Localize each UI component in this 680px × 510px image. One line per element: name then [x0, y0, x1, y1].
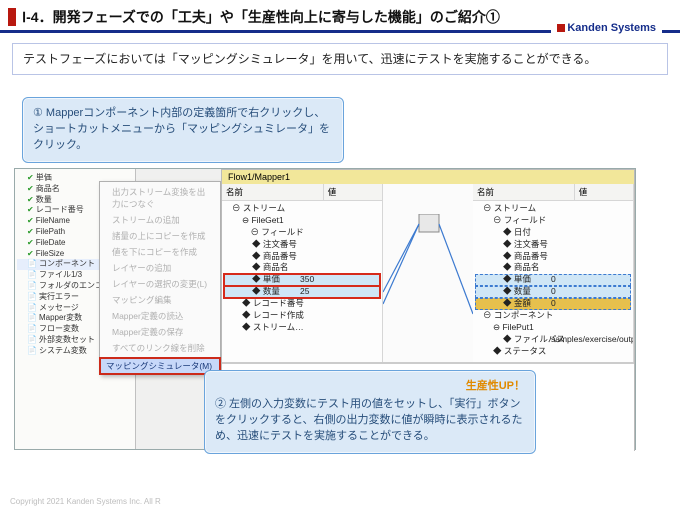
callout-step2: 生産性UP！ ② 左側の入力変数にテスト用の値をセットし、「実行」ボタンをクリッ…	[204, 370, 536, 454]
context-menu-item[interactable]: ストリームの追加	[106, 212, 214, 228]
input-row[interactable]: ◆ 商品番号	[224, 251, 380, 263]
output-row: ◆ 日付	[475, 227, 631, 239]
brand-badge: Kanden Systems	[551, 22, 662, 34]
context-menu-item[interactable]: Mapper定義の読込	[106, 308, 214, 324]
context-menu-item[interactable]: 値を下にコピーを作成	[106, 244, 214, 260]
input-row[interactable]: ◆ 単価350	[224, 274, 380, 286]
callout2-body: ② 左側の入力変数にテスト用の値をセットし、「実行」ボタンをクリックすると、右側…	[215, 397, 525, 445]
slide-title: Ⅰ-4．開発フェーズでの「工夫」や「生産性向上に寄与した機能」のご紹介①	[22, 7, 500, 27]
context-menu-item[interactable]: マッピング編集	[106, 292, 214, 308]
context-menu[interactable]: 出力ストリーム変換を出力につなぐストリームの追加諸量の上にコピーを作成値を下にコ…	[99, 181, 221, 375]
mapping-canvas	[383, 184, 473, 362]
copyright: Copyright 2021 Kanden Systems Inc. All R	[10, 497, 161, 506]
context-menu-item[interactable]: 出力ストリーム変換を出力につなぐ	[106, 184, 214, 212]
output-row: ◆ 単価0	[475, 274, 631, 286]
output-row: ◆ 数量0	[475, 286, 631, 298]
output-row: ◆ 金額0	[475, 298, 631, 310]
input-row[interactable]: ◆ 商品名	[224, 262, 380, 274]
header-accent	[8, 8, 16, 26]
context-menu-item-simulator[interactable]: マッピングシミュレータ(M)	[100, 358, 220, 374]
output-row: ◆ 注文番号	[475, 239, 631, 251]
brand-icon	[557, 24, 565, 32]
callout-step1: ① Mapperコンポーネント内部の定義箇所で右クリックし、ショートカットメニュ…	[22, 97, 344, 163]
context-menu-item[interactable]: 諸量の上にコピーを作成	[106, 228, 214, 244]
brand-text: Kanden Systems	[567, 22, 656, 34]
input-column: 名前値 ⊖ ストリーム⊖ FileGet1 ⊖ フィールド◆ 注文番号◆ 商品番…	[222, 184, 383, 362]
context-menu-item[interactable]: Mapper定義の保存	[106, 324, 214, 340]
context-menu-item[interactable]: レイヤーの選択の変更(L)	[106, 276, 214, 292]
lead-text: テストフェーズにおいては「マッピングシミュレータ」を用いて、迅速にテストを実施す…	[12, 43, 668, 75]
input-row[interactable]: ◆ 注文番号	[224, 239, 380, 251]
output-column: 名前値 ⊖ ストリーム⊖ フィールド◆ 日付◆ 注文番号◆ 商品番号◆ 商品名◆…	[473, 184, 634, 362]
context-menu-item[interactable]: レイヤーの追加	[106, 260, 214, 276]
mapper-title: Flow1/Mapper1	[222, 170, 634, 184]
output-row: ◆ 商品番号	[475, 251, 631, 263]
callout2-badge: 生産性UP！	[215, 379, 525, 395]
input-row[interactable]: ◆ 数量25	[224, 286, 380, 298]
context-menu-item[interactable]: すべてのリンク線を削除	[106, 340, 214, 356]
output-row: ◆ 商品名	[475, 262, 631, 274]
